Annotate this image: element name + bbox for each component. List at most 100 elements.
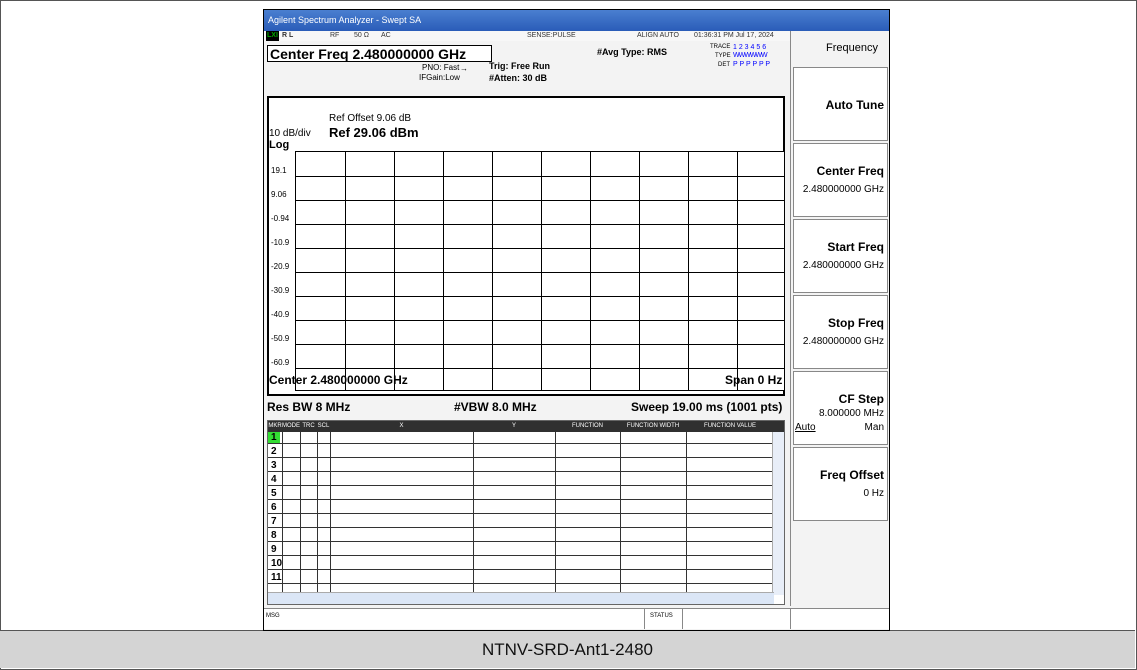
stop-freq-key[interactable]: Stop Freq 2.480000000 GHz <box>793 295 888 369</box>
rf-label: RF <box>330 32 340 39</box>
horizontal-scrollbar[interactable] <box>268 592 774 604</box>
marker-row[interactable]: 6 <box>268 502 774 514</box>
vbw-label: #VBW 8.0 MHz <box>454 400 537 414</box>
y-axis-label: -30.9 <box>271 286 290 295</box>
marker-col-divider <box>300 432 301 592</box>
marker-col-divider <box>686 432 687 592</box>
sweep-label: Sweep 19.00 ms (1001 pts) <box>631 400 783 414</box>
marker-row[interactable]: 8 <box>268 530 774 542</box>
grid-hline <box>296 344 784 345</box>
y-axis-label: 19.1 <box>271 166 287 175</box>
marker-number: 10 <box>271 558 283 569</box>
marker-col-header: FUNCTION VALUE <box>704 423 756 429</box>
start-freq-key[interactable]: Start Freq 2.480000000 GHz <box>793 219 888 293</box>
log-label: Log <box>269 139 290 151</box>
det-values: P P P P P P <box>733 61 771 68</box>
pno-label: PNO: Fast <box>422 63 460 72</box>
lxi-icon: LXI <box>266 31 279 41</box>
message-bar: MSG STATUS <box>264 608 889 629</box>
marker-table[interactable]: MKR MODE TRC SCL X Y FUNCTION FUNCTION WIDTH FUN… <box>267 420 785 605</box>
marker-col-header: TRC <box>302 423 315 429</box>
auto-tune-key[interactable]: Auto Tune <box>793 67 888 141</box>
marker-number: 8 <box>271 530 277 541</box>
marker-col-header: X <box>399 423 404 429</box>
marker-row[interactable]: 4 <box>268 474 774 486</box>
graticule-panel: Ref Offset 9.06 dB 10 dB/div Ref 29.06 d… <box>267 96 785 396</box>
marker-col-divider <box>555 432 556 592</box>
y-axis-label: -10.9 <box>271 238 290 247</box>
grid-vline <box>639 152 640 390</box>
y-axis-label: -0.94 <box>271 214 290 223</box>
center-label: Center 2.480000000 GHz <box>269 373 408 387</box>
arrow-icon: → <box>460 64 468 73</box>
marker-col-header: Y <box>511 423 516 429</box>
marker-number: 4 <box>271 474 277 485</box>
freq-offset-key[interactable]: Freq Offset 0 Hz <box>793 447 888 521</box>
res-bw-label: Res BW 8 MHz <box>267 400 351 414</box>
marker-number: 11 <box>271 572 282 583</box>
grid-hline <box>296 224 784 225</box>
grid-hline <box>296 296 784 297</box>
marker-col-header: MKR <box>268 423 282 429</box>
cf-step-key[interactable]: CF Step 8.000000 MHz Auto Man <box>793 371 888 445</box>
trig-label: Trig: Free Run <box>489 61 551 71</box>
y-axis-label: 9.06 <box>271 190 287 199</box>
cf-auto-option[interactable]: Auto <box>795 422 816 433</box>
marker-col-header: SCL <box>317 423 330 429</box>
marker-row[interactable]: 1 <box>268 432 774 444</box>
grid-hline <box>296 272 784 273</box>
grid-vline <box>688 152 689 390</box>
vertical-scrollbar[interactable] <box>772 432 784 595</box>
center-freq-title: Center Freq 2.480000000 GHz <box>267 45 492 62</box>
marker-number: 3 <box>271 460 277 471</box>
marker-number: 2 <box>271 446 277 457</box>
grid-vline <box>492 152 493 390</box>
marker-row[interactable]: 3 <box>268 460 774 472</box>
caption: NTNV-SRD-Ant1-2480 <box>0 631 1135 668</box>
grid-hline <box>296 176 784 177</box>
marker-col-divider <box>330 432 331 592</box>
ref-level-label: Ref 29.06 dBm <box>329 125 419 140</box>
grid-vline <box>590 152 591 390</box>
marker-col-divider <box>620 432 621 592</box>
marker-number: 9 <box>271 544 277 555</box>
status-label: STATUS <box>650 613 673 619</box>
coupling-label: AC <box>381 32 391 39</box>
marker-row[interactable]: 2 <box>268 446 774 458</box>
marker-number: 1 <box>268 432 280 443</box>
marker-row[interactable]: 5 <box>268 488 774 500</box>
graticule-grid <box>295 151 785 391</box>
bw-footer: Res BW 8 MHz #VBW 8.0 MHz Sweep 19.00 ms… <box>267 396 785 418</box>
scale-label: 10 dB/div <box>269 128 311 139</box>
sense-label: SENSE:PULSE <box>527 32 576 39</box>
marker-col-divider <box>282 432 283 592</box>
marker-col-header: FUNCTION WIDTH <box>626 423 680 429</box>
marker-row[interactable]: 10 <box>268 558 774 570</box>
y-axis-label: -50.9 <box>271 334 290 343</box>
softkey-panel: Frequency Auto Tune Center Freq 2.480000… <box>790 31 889 606</box>
marker-row[interactable]: 11 <box>268 572 774 584</box>
trace-label: TRACE <box>710 44 731 50</box>
menu-title: Frequency <box>793 33 888 65</box>
cf-man-option[interactable]: Man <box>865 422 884 433</box>
marker-row[interactable]: 9 <box>268 544 774 556</box>
analyzer-screen: Agilent Spectrum Analyzer - Swept SA LXI… <box>263 9 890 631</box>
trace-numbers: 1 2 3 4 5 6 <box>733 44 767 51</box>
grid-vline <box>443 152 444 390</box>
grid-vline <box>345 152 346 390</box>
grid-vline <box>737 152 738 390</box>
marker-number: 7 <box>271 516 277 527</box>
msg-label: MSG <box>266 613 280 619</box>
grid-vline <box>394 152 395 390</box>
marker-number: 6 <box>271 502 277 513</box>
marker-col-header: MODE <box>282 423 300 429</box>
marker-row[interactable]: 7 <box>268 516 774 528</box>
ifgain-label: IFGain:Low <box>419 73 460 82</box>
grid-hline <box>296 368 784 369</box>
grid-hline <box>296 200 784 201</box>
marker-table-header: MKR MODE TRC SCL X Y FUNCTION FUNCTION WIDTH FUN… <box>268 421 784 432</box>
y-axis-label: -20.9 <box>271 262 290 271</box>
det-label: DET <box>718 62 730 68</box>
center-freq-key[interactable]: Center Freq 2.480000000 GHz <box>793 143 888 217</box>
y-axis-label: -40.9 <box>271 310 290 319</box>
